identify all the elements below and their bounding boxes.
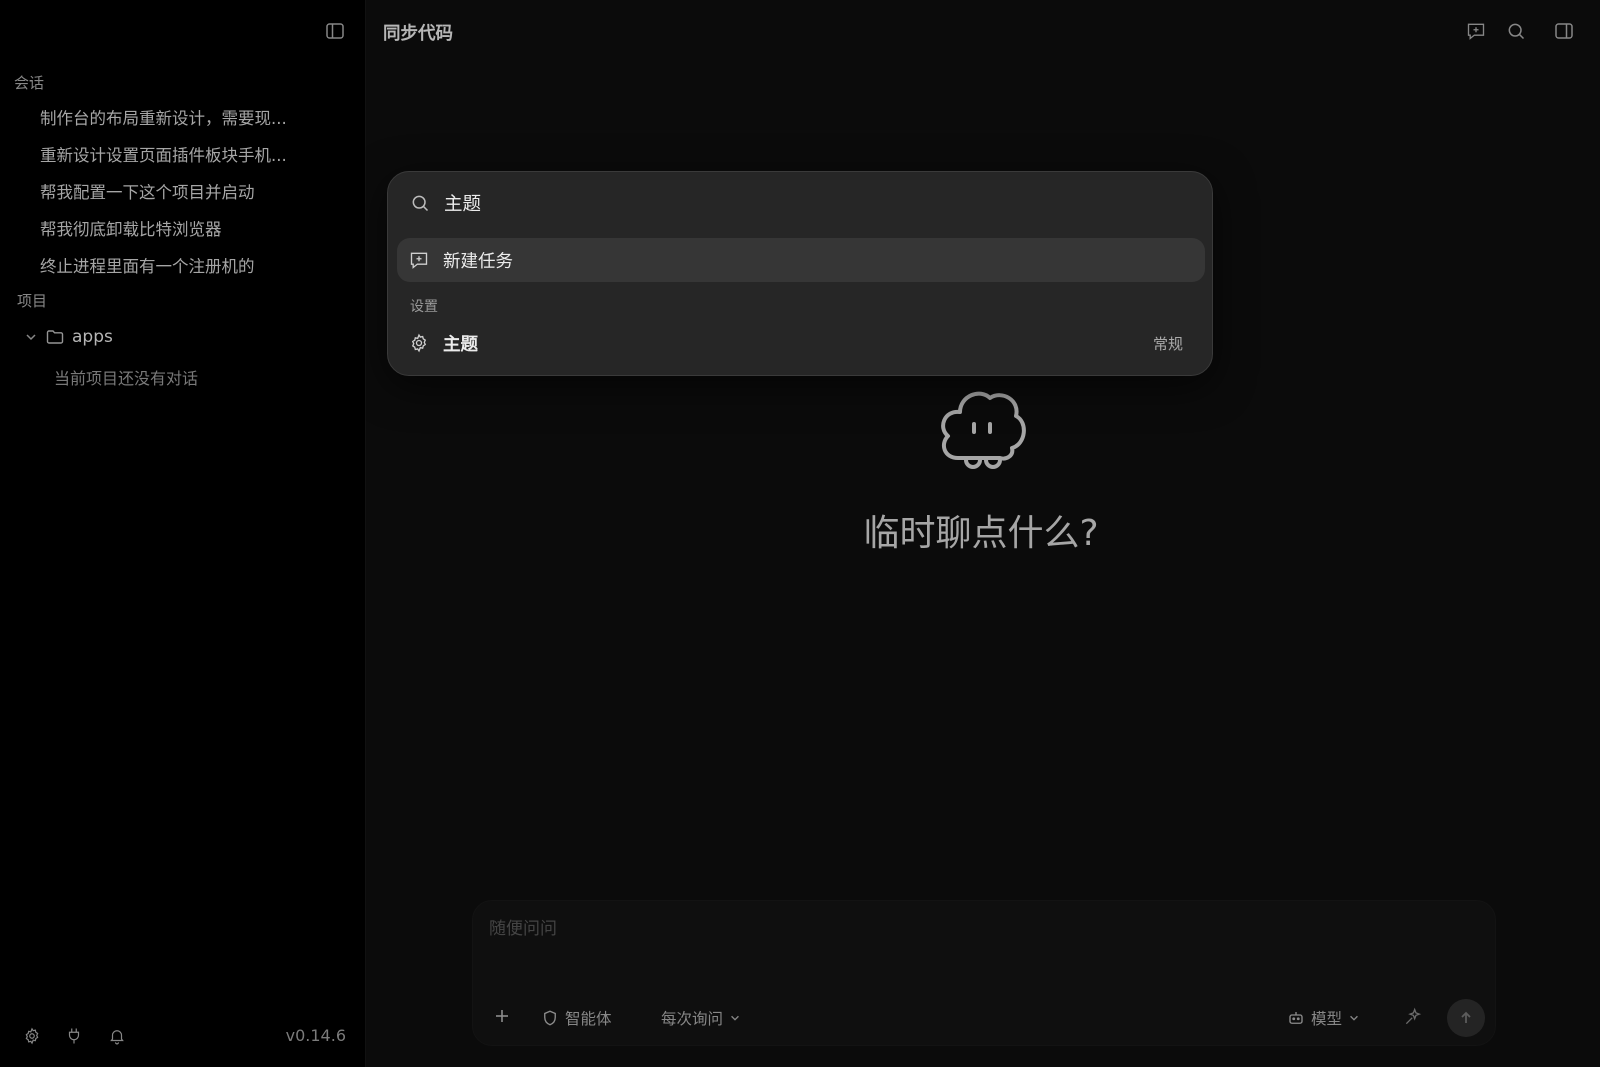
search-icon [410,193,430,213]
palette-group-label: 设置 [410,299,438,315]
palette-item-theme[interactable]: 主题 常规 [397,322,1205,364]
command-palette: 新建任务 设置 主题 常规 [387,171,1213,376]
palette-item-label: 新建任务 [443,251,513,272]
new-task-icon [409,250,429,270]
palette-overlay[interactable] [0,0,1600,1067]
palette-item-category: 常规 [1152,334,1183,353]
gear-icon [409,333,429,353]
palette-search [410,192,1144,213]
palette-search-input[interactable] [444,192,1144,213]
palette-item-new-task[interactable]: 新建任务 [397,238,1205,282]
palette-item-label: 主题 [443,334,478,355]
